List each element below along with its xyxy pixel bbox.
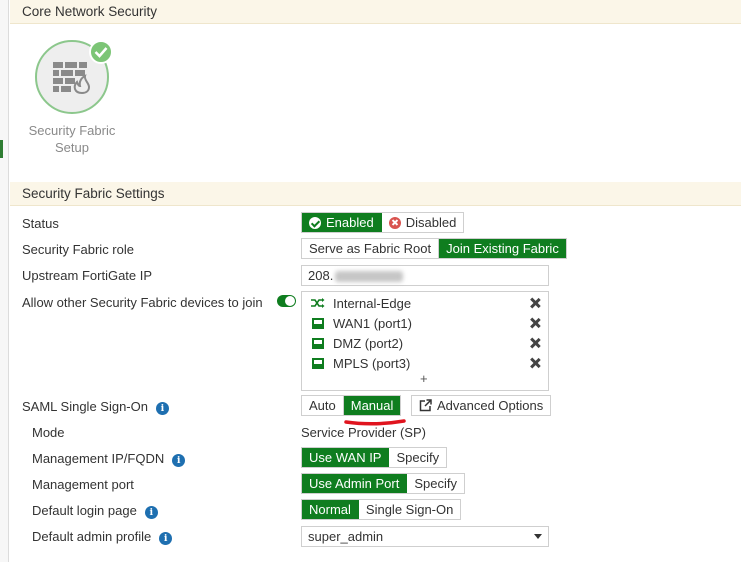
remove-icon[interactable] (530, 298, 540, 308)
section-header-fabric-settings: Security Fabric Settings (10, 182, 741, 206)
status-enabled-button[interactable]: Enabled (302, 213, 381, 232)
firewall-icon (53, 62, 91, 95)
info-icon[interactable]: i (159, 532, 173, 545)
allow-join-toggle[interactable] (277, 295, 296, 307)
check-icon (94, 47, 108, 58)
list-item-label: DMZ (port2) (333, 335, 404, 351)
mgmt-ip-label: Management IP/FQDN i (32, 451, 186, 467)
allowed-interfaces-list[interactable]: Internal-Edge WAN1 (port1) DMZ (port2) M… (301, 291, 549, 391)
mgmt-port-label: Management port (32, 477, 134, 492)
section-header-core-network-security: Core Network Security (10, 0, 741, 24)
login-normal-button[interactable]: Normal (302, 500, 358, 519)
x-circle-icon (388, 216, 401, 229)
mgmt-ip-group: Use WAN IP Specify (301, 447, 448, 468)
use-wan-ip-button[interactable]: Use WAN IP (302, 448, 389, 467)
advanced-options-label: Advanced Options (437, 398, 544, 413)
join-existing-button[interactable]: Join Existing Fabric (438, 239, 566, 258)
saml-label-text: SAML Single Sign-On (22, 399, 148, 414)
fabric-setup-label: Security Fabric Setup (20, 122, 124, 156)
login-page-group: Normal Single Sign-On (301, 499, 462, 520)
info-icon[interactable]: i (155, 402, 169, 415)
mgmt-ip-label-text: Management IP/FQDN (32, 451, 165, 466)
fabric-role-group: Serve as Fabric Root Join Existing Fabri… (301, 238, 567, 259)
advanced-options-group: Advanced Options (411, 395, 552, 416)
redacted-ip-blur (335, 271, 404, 283)
port-icon (312, 357, 324, 369)
remove-icon[interactable] (530, 358, 540, 368)
upstream-ip-input[interactable]: 208. (301, 265, 549, 286)
add-item-button[interactable]: + (420, 371, 428, 386)
admin-profile-value: super_admin (308, 529, 384, 544)
rail-active-marker (0, 140, 3, 158)
login-page-label: Default login page i (32, 503, 158, 519)
list-item-label: WAN1 (port1) (333, 315, 412, 331)
remove-icon[interactable] (530, 318, 540, 328)
info-icon[interactable]: i (144, 506, 158, 519)
section-title: Security Fabric Settings (22, 186, 165, 201)
allow-join-label: Allow other Security Fabric devices to j… (22, 295, 263, 310)
shuffle-icon (310, 297, 326, 309)
list-item-label: Internal-Edge (333, 295, 412, 311)
mgmt-port-specify-button[interactable]: Specify (406, 474, 464, 493)
mode-value: Service Provider (SP) (301, 425, 426, 440)
external-link-icon (419, 399, 432, 412)
upstream-ip-label: Upstream FortiGate IP (22, 268, 153, 283)
mode-label: Mode (32, 425, 65, 440)
list-item-label: MPLS (port3) (333, 355, 411, 371)
mgmt-ip-specify-button[interactable]: Specify (388, 448, 446, 467)
admin-profile-label: Default admin profile i (32, 529, 173, 545)
admin-profile-select[interactable]: super_admin (301, 526, 549, 547)
login-page-label-text: Default login page (32, 503, 137, 518)
admin-profile-label-text: Default admin profile (32, 529, 152, 544)
list-item[interactable]: MPLS (port3) (310, 353, 540, 373)
fabric-role-label: Security Fabric role (22, 242, 134, 257)
status-toggle-group: Enabled Disabled (301, 212, 465, 233)
fabric-setup-label-line2: Setup (55, 140, 89, 155)
status-enabled-label: Enabled (326, 215, 374, 230)
mgmt-port-group: Use Admin Port Specify (301, 473, 465, 494)
port-icon (312, 337, 324, 349)
saml-label: SAML Single Sign-On i (22, 399, 169, 415)
fabric-setup-circle (35, 40, 113, 114)
port-icon (312, 317, 324, 329)
saml-mode-group: Auto Manual (301, 395, 402, 416)
status-disabled-label: Disabled (405, 215, 457, 230)
upstream-ip-value: 208. (308, 268, 334, 283)
chevron-down-icon (534, 534, 542, 539)
check-circle-icon (309, 216, 321, 229)
status-label: Status (22, 216, 59, 231)
serve-as-root-button[interactable]: Serve as Fabric Root (302, 239, 438, 258)
advanced-options-button[interactable]: Advanced Options (412, 396, 550, 415)
saml-manual-button[interactable]: Manual (342, 396, 401, 415)
status-disabled-button[interactable]: Disabled (380, 213, 464, 232)
saml-auto-button[interactable]: Auto (302, 396, 343, 415)
security-fabric-setup-tile[interactable]: Security Fabric Setup (20, 38, 124, 156)
use-admin-port-button[interactable]: Use Admin Port (302, 474, 407, 493)
list-item[interactable]: WAN1 (port1) (310, 313, 540, 333)
fabric-setup-label-line1: Security Fabric (28, 123, 116, 138)
status-check-badge (89, 40, 113, 64)
info-icon[interactable]: i (172, 454, 186, 467)
list-item[interactable]: DMZ (port2) (310, 333, 540, 353)
section-title: Core Network Security (22, 4, 158, 19)
left-rail (0, 0, 9, 562)
remove-icon[interactable] (530, 338, 540, 348)
list-item[interactable]: Internal-Edge (310, 293, 540, 313)
login-sso-button[interactable]: Single Sign-On (357, 500, 460, 519)
